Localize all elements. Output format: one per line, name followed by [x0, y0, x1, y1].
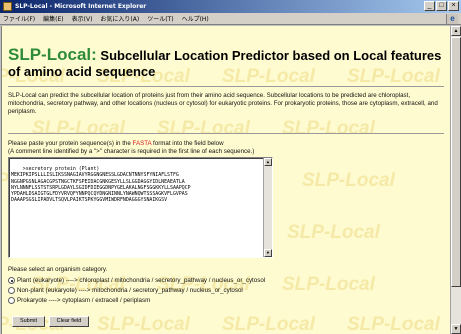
paste-text: format into the field below	[151, 140, 224, 147]
sequence-textarea[interactable]: >secretory protein (Plant) MEKIPKIPSLLLI…	[8, 157, 273, 258]
scrollbar-thumb[interactable]	[451, 37, 461, 287]
fasta-link[interactable]: FASTA	[133, 140, 152, 147]
radio-plant[interactable]	[8, 277, 15, 284]
menu-view[interactable]: 表示(V)	[72, 14, 93, 23]
radio-prokaryote[interactable]	[8, 297, 15, 304]
organism-option-nonplant[interactable]: Non-plant (eukaryote) ----> mitochondria…	[8, 287, 243, 294]
menu-help[interactable]: ヘルプ(H)	[182, 14, 209, 23]
maximize-button[interactable]: □	[436, 1, 447, 11]
menu-tools[interactable]: ツール(T)	[147, 14, 173, 23]
menubar: ファイル(F) 編集(E) 表示(V) お気に入り(A) ツール(T) ヘルプ(…	[0, 13, 461, 25]
scroll-up-arrow-icon[interactable]: ▲	[264, 158, 272, 166]
intro-text: SLP-Local can predict the subcellular lo…	[8, 92, 438, 115]
menu-favorites[interactable]: お気に入り(A)	[100, 14, 139, 23]
clear-field-button[interactable]: Clear field	[49, 316, 89, 327]
window-controls: _ □ ×	[424, 1, 459, 11]
page-scrollbar[interactable]: ▲ ▼	[450, 26, 461, 334]
menu-edit[interactable]: 編集(E)	[43, 14, 63, 23]
title-line-1: Subcellular Location Predictor based on …	[96, 48, 442, 63]
scroll-up-arrow-icon[interactable]: ▲	[451, 26, 461, 36]
scroll-down-arrow-icon[interactable]: ▼	[264, 249, 272, 257]
title-line-2: of amino acid sequence	[8, 64, 156, 79]
option-label: Prokaryote ----> cytoplasm / extracell /…	[17, 297, 151, 304]
page-content: SLP-Local SLP-Local SLP-Local SLP-Local …	[1, 26, 450, 334]
watermark-text: SLP-Local	[302, 170, 395, 191]
submit-button[interactable]: Submit	[12, 316, 45, 327]
close-button[interactable]: ×	[448, 1, 459, 11]
watermark-text: SLP-Local	[222, 314, 315, 334]
windows-logo-icon: e	[446, 14, 458, 24]
brand-name: SLP-Local:	[8, 45, 97, 64]
menu-file[interactable]: ファイル(F)	[3, 14, 35, 23]
textarea-scrollbar[interactable]: ▲ ▼	[263, 158, 272, 257]
sequence-text: >secretory protein (Plant) MEKIPKIPSLLLI…	[11, 166, 191, 204]
watermark-text: SLP-Local	[32, 118, 125, 139]
paste-text: Please paste your protein sequence(s) in…	[8, 140, 133, 147]
minimize-button[interactable]: _	[424, 1, 435, 11]
watermark-text: SLP-Local	[282, 118, 375, 139]
scroll-down-arrow-icon[interactable]: ▼	[451, 324, 461, 334]
radio-nonplant[interactable]	[8, 287, 15, 294]
comment-line-note: (A comment line identified by a ">" char…	[8, 148, 255, 155]
window-titlebar: SLP-Local - Microsoft Internet Explorer …	[0, 0, 461, 13]
organism-option-prokaryote[interactable]: Prokaryote ----> cytoplasm / extracell /…	[8, 297, 150, 304]
watermark-text: SLP-Local	[287, 222, 380, 243]
divider	[8, 86, 444, 87]
ie-app-icon	[3, 2, 12, 11]
divider	[8, 133, 444, 134]
window-title: SLP-Local - Microsoft Internet Explorer	[15, 3, 147, 10]
page-title: SLP-Local: Subcellular Location Predicto…	[8, 45, 448, 80]
watermark-text: SLP-Local	[97, 314, 190, 334]
organism-label: Please select an organism category.	[8, 266, 108, 273]
watermark-text: SLP-Local	[347, 314, 440, 334]
watermark-text: SLP-Local	[157, 118, 250, 139]
organism-option-plant[interactable]: Plant (eukaryote) ----> chloroplast / mi…	[8, 277, 265, 284]
paste-instructions: Please paste your protein sequence(s) in…	[8, 140, 448, 156]
option-label: Plant (eukaryote) ----> chloroplast / mi…	[17, 277, 266, 284]
watermark-text: SLP-Local	[282, 274, 375, 295]
option-label: Non-plant (eukaryote) ----> mitochondria…	[17, 287, 243, 294]
